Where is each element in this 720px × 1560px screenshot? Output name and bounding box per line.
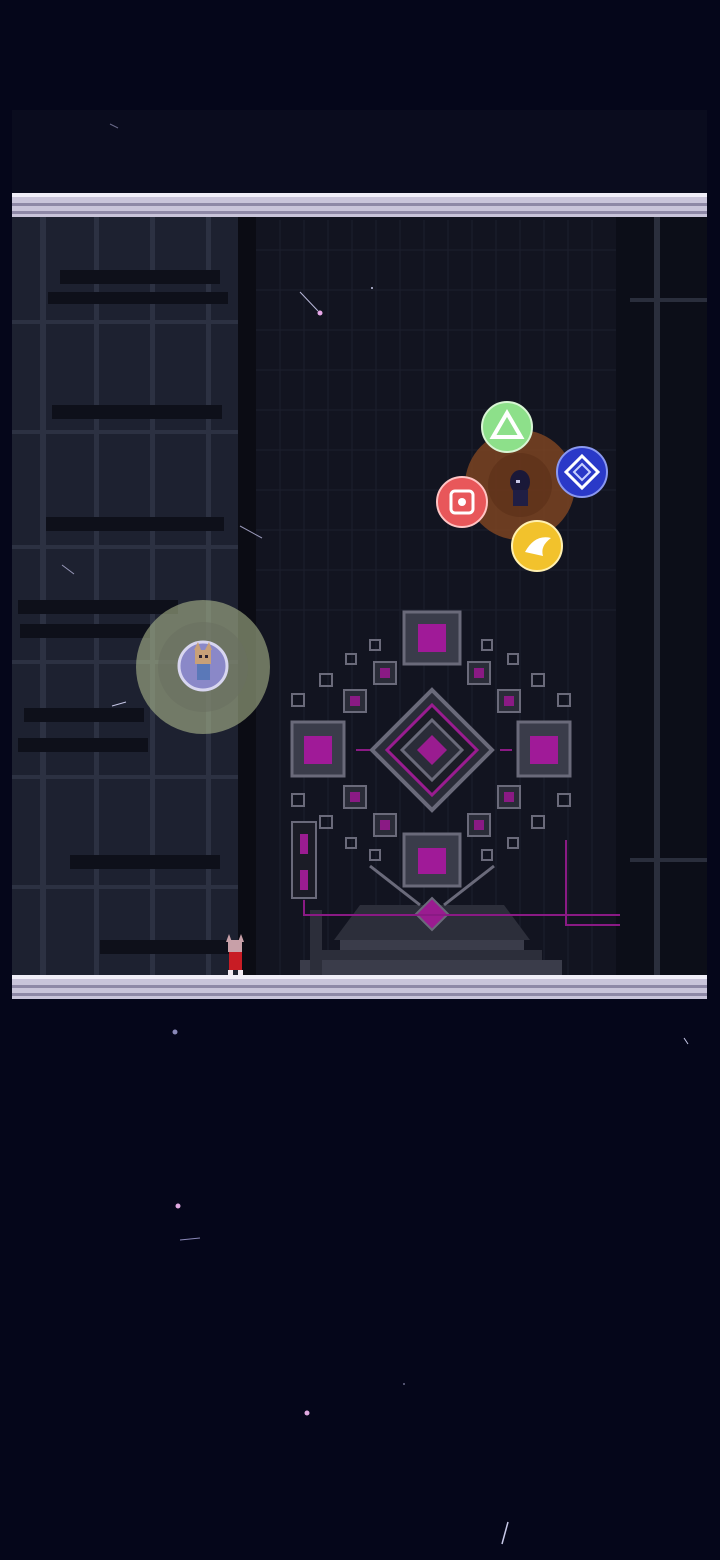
- ally-group[interactable]: [136, 600, 270, 734]
- game-scene[interactable]: [0, 0, 720, 1560]
- floor-platform[interactable]: [12, 975, 707, 999]
- green-orb[interactable]: [481, 401, 533, 453]
- red-orb[interactable]: [436, 476, 488, 528]
- top-band: [12, 110, 707, 195]
- blue-orb[interactable]: [556, 446, 608, 498]
- boss-character[interactable]: [510, 470, 530, 506]
- arena-wall: [12, 215, 707, 975]
- yellow-orb[interactable]: [511, 520, 563, 572]
- ceiling-platform: [12, 193, 707, 217]
